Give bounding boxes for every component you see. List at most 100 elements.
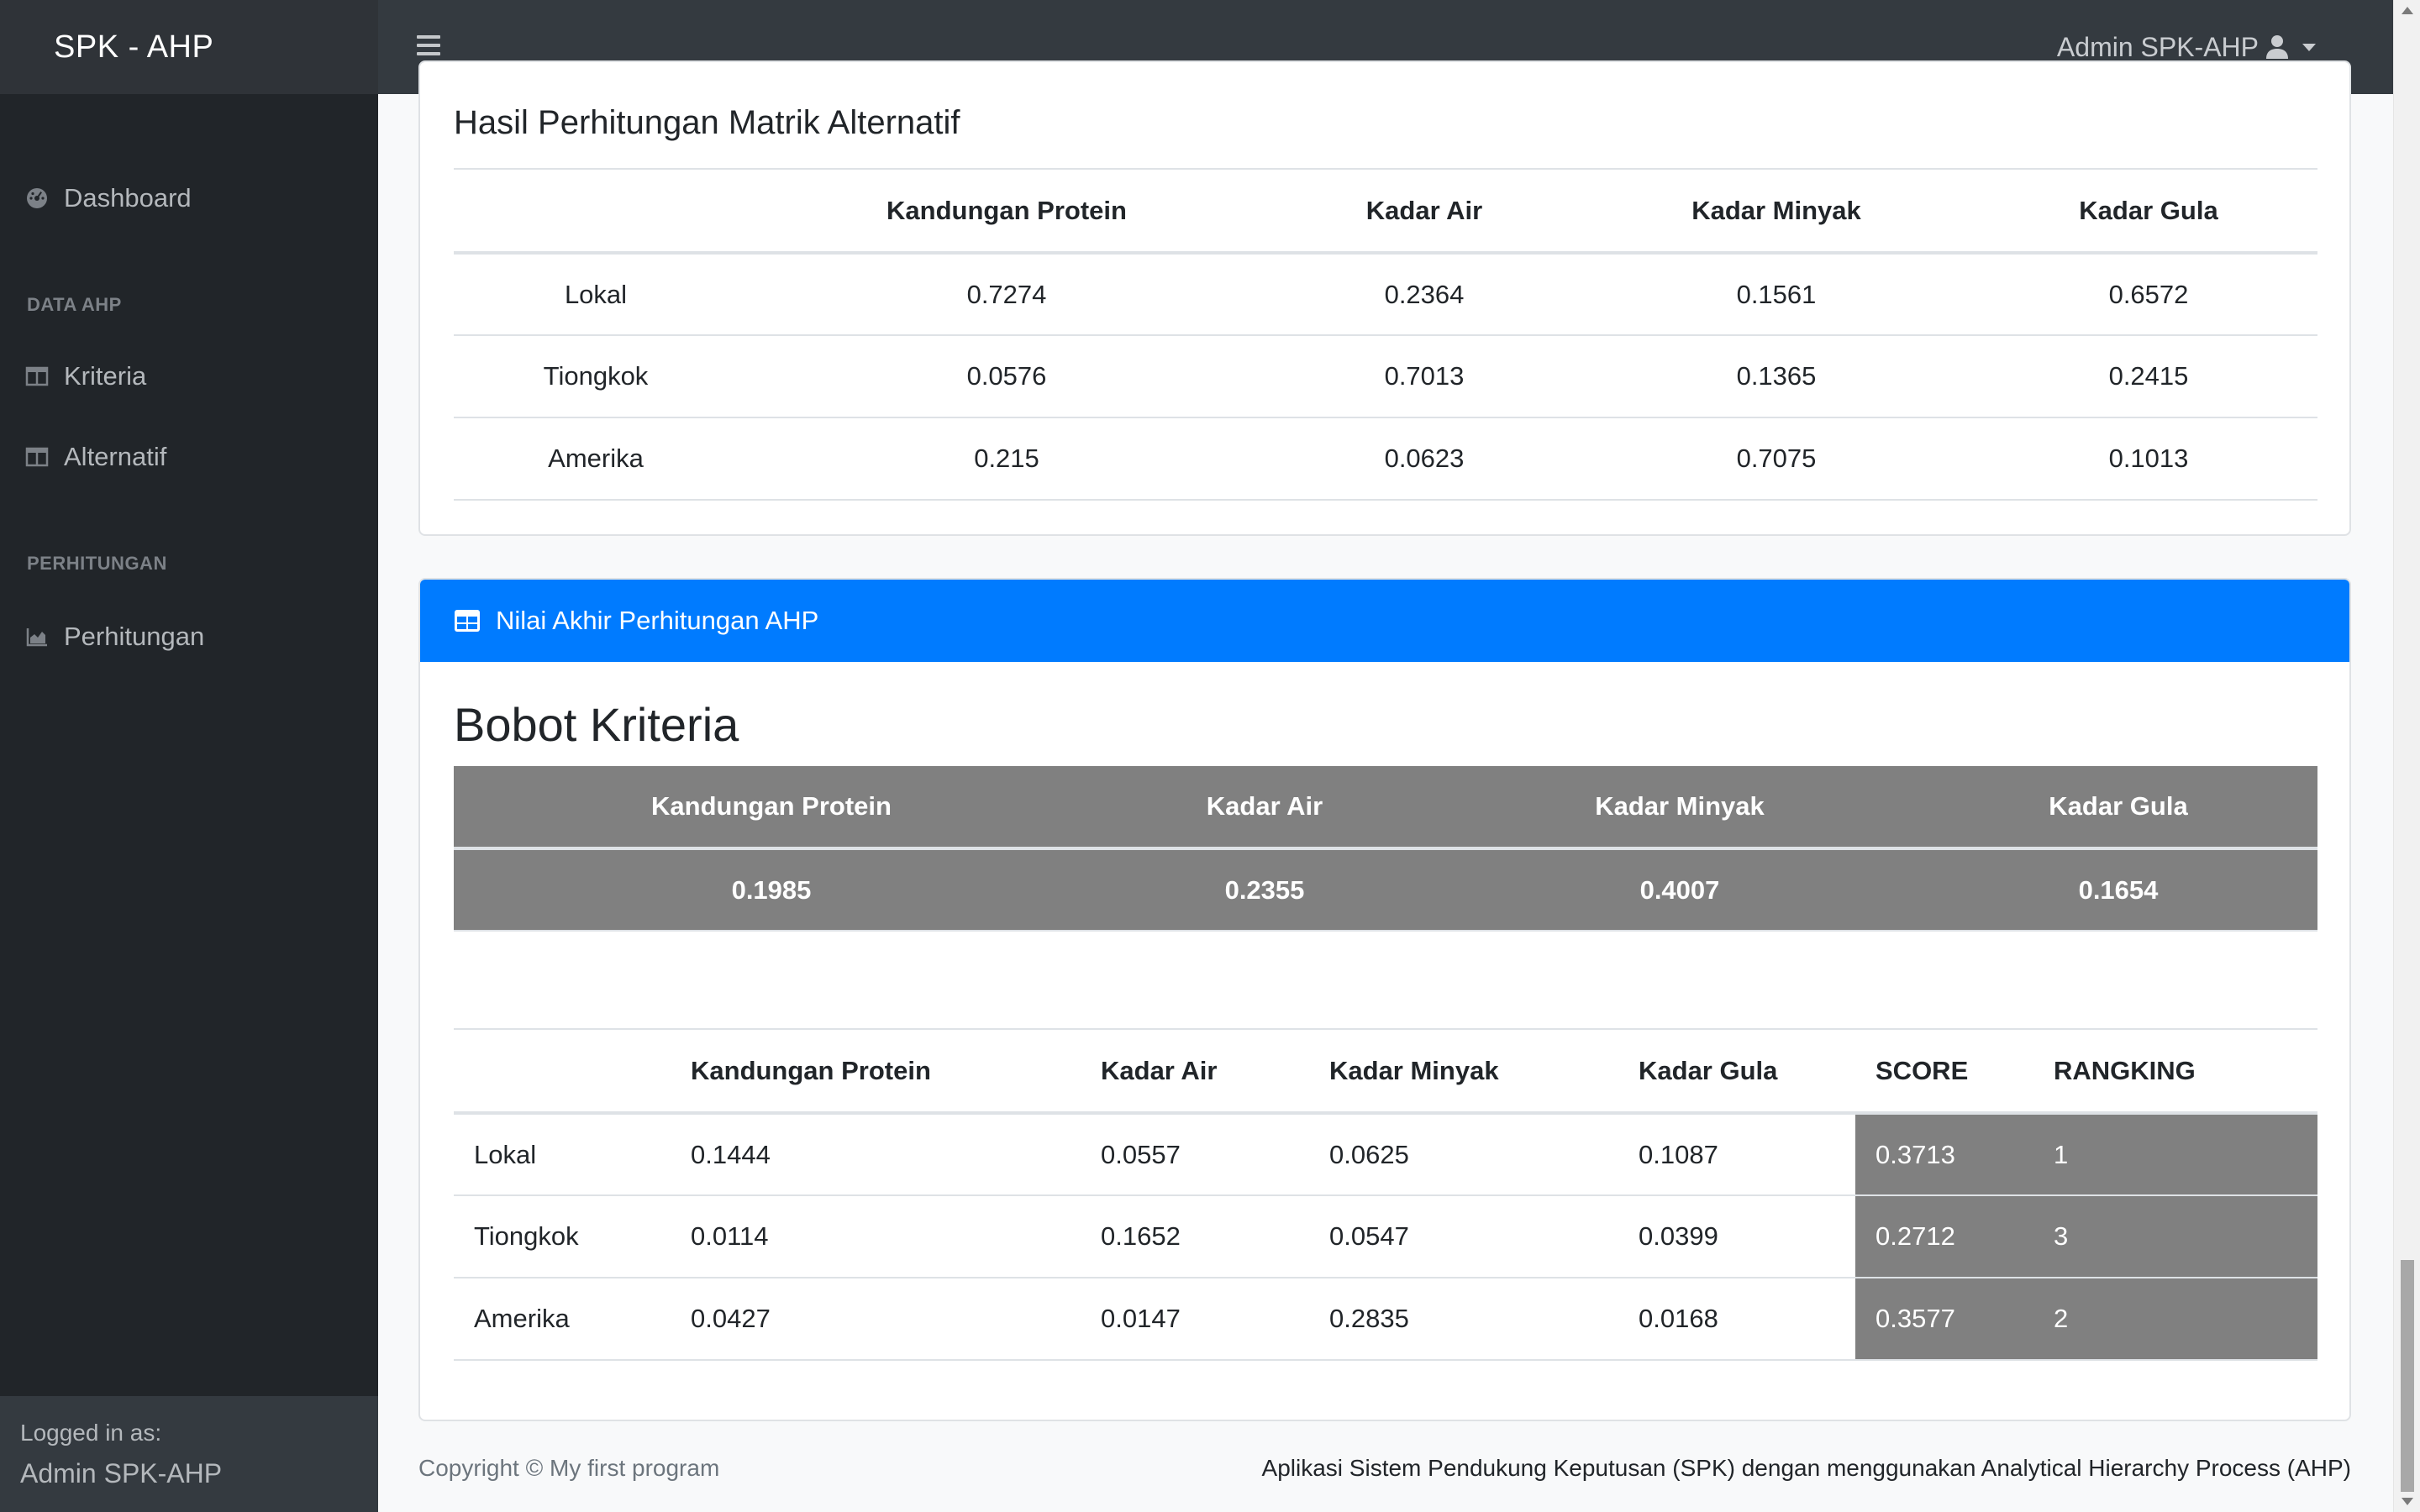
sidebar-toggle-button[interactable] bbox=[417, 30, 440, 64]
table-cell: 0.4007 bbox=[1440, 848, 1919, 932]
table-cell: 0.0168 bbox=[1618, 1278, 1855, 1361]
table-header-row: Kandungan Protein Kadar Air Kadar Minyak… bbox=[454, 168, 2317, 255]
sidebar-item-label: Alternatif bbox=[64, 442, 167, 471]
table-cell: 0.2364 bbox=[1276, 253, 1573, 336]
column-header bbox=[454, 1028, 671, 1115]
table-cell: Tiongkok bbox=[454, 1195, 671, 1278]
hamburger-icon-line bbox=[417, 52, 440, 55]
column-header: Kandungan Protein bbox=[738, 168, 1276, 255]
column-header: Kandungan Protein bbox=[454, 766, 1089, 850]
dashboard-gauge-icon bbox=[27, 188, 47, 208]
sidebar-item-dashboard[interactable]: Dashboard bbox=[25, 183, 192, 213]
final-score-table: Kandungan Protein Kadar Air Kadar Minyak… bbox=[454, 1028, 2317, 1361]
page-footer: Copyright © My first program Aplikasi Si… bbox=[418, 1443, 2351, 1494]
main-content: Hasil Perhitungan Matrik Alternatif Kand… bbox=[378, 60, 2393, 1512]
chevron-down-icon bbox=[2302, 43, 2316, 51]
area-chart-icon bbox=[26, 628, 47, 647]
column-header: Kadar Air bbox=[1276, 168, 1573, 255]
column-header: Kadar Minyak bbox=[1440, 766, 1919, 850]
table-cell: 0.2415 bbox=[1980, 335, 2317, 418]
score-cell: 0.3713 bbox=[1855, 1113, 2033, 1196]
footer-description: Aplikasi Sistem Pendukung Keputusan (SPK… bbox=[1261, 1455, 2351, 1481]
table-cell: 0.0625 bbox=[1309, 1113, 1618, 1196]
scrollbar-thumb[interactable] bbox=[2401, 1260, 2414, 1492]
sidebar-heading-perhitungan: PERHITUNGAN bbox=[27, 553, 167, 574]
sidebar-item-label: Perhitungan bbox=[64, 622, 205, 651]
rank-cell: 1 bbox=[2033, 1113, 2317, 1196]
sidebar-item-alternatif[interactable]: Alternatif bbox=[25, 442, 166, 472]
bobot-kriteria-title: Bobot Kriteria bbox=[454, 698, 739, 751]
vertical-scrollbar[interactable] bbox=[2393, 0, 2420, 1512]
table-cell: 0.0114 bbox=[671, 1195, 1081, 1278]
table-cell: 0.0623 bbox=[1276, 417, 1573, 501]
logged-in-user: Admin SPK-AHP bbox=[20, 1458, 223, 1488]
brand-container: SPK - AHP bbox=[0, 0, 378, 94]
hamburger-icon-line bbox=[417, 35, 440, 39]
table-cell: 0.0147 bbox=[1081, 1278, 1309, 1361]
hamburger-icon-line bbox=[417, 44, 440, 47]
logged-in-label: Logged in as: bbox=[20, 1420, 162, 1446]
table-cell: 0.2835 bbox=[1309, 1278, 1618, 1361]
table-cell: Lokal bbox=[454, 253, 738, 336]
bobot-kriteria-table: Kandungan Protein Kadar Air Kadar Minyak… bbox=[454, 766, 2317, 932]
table-cell: 0.1013 bbox=[1980, 417, 2317, 501]
table-cell: Tiongkok bbox=[454, 335, 738, 418]
table-icon bbox=[25, 366, 49, 386]
scroll-down-arrow-icon[interactable] bbox=[2402, 1498, 2413, 1505]
sidebar-heading-data-ahp: DATA AHP bbox=[27, 294, 122, 315]
table-row: Amerika 0.215 0.0623 0.7075 0.1013 bbox=[454, 417, 2317, 501]
column-header bbox=[454, 168, 738, 255]
column-header: Kadar Air bbox=[1089, 766, 1440, 850]
sidebar-item-label: Dashboard bbox=[64, 183, 192, 213]
table-cell: 0.7274 bbox=[738, 253, 1276, 336]
table-cell: Lokal bbox=[454, 1113, 671, 1196]
column-header: Kadar Gula bbox=[1980, 168, 2317, 255]
scroll-up-arrow-icon[interactable] bbox=[2402, 7, 2413, 14]
table-cell: 0.1985 bbox=[454, 848, 1089, 932]
table-cell: Amerika bbox=[454, 417, 738, 501]
table-cell: Amerika bbox=[454, 1278, 671, 1361]
table-row: Amerika 0.0427 0.0147 0.2835 0.0168 0.35… bbox=[454, 1278, 2317, 1361]
column-header: Kadar Minyak bbox=[1573, 168, 1980, 255]
table-cell: 0.0576 bbox=[738, 335, 1276, 418]
column-header: Kandungan Protein bbox=[671, 1028, 1081, 1115]
sidebar-item-perhitungan[interactable]: Perhitungan bbox=[25, 622, 204, 652]
table-row: Lokal 0.7274 0.2364 0.1561 0.6572 bbox=[454, 253, 2317, 336]
matrix-result-title: Hasil Perhitungan Matrik Alternatif bbox=[454, 104, 960, 141]
rank-cell: 3 bbox=[2033, 1195, 2317, 1278]
table-cell: 0.0557 bbox=[1081, 1113, 1309, 1196]
table-cell: 0.0547 bbox=[1309, 1195, 1618, 1278]
table-cell: 0.7075 bbox=[1573, 417, 1980, 501]
table-cell: 0.1654 bbox=[1919, 848, 2317, 932]
table-cell: 0.0427 bbox=[671, 1278, 1081, 1361]
table-row: Lokal 0.1444 0.0557 0.0625 0.1087 0.3713… bbox=[454, 1113, 2317, 1196]
user-icon bbox=[2266, 35, 2288, 59]
sidebar-item-kriteria[interactable]: Kriteria bbox=[25, 361, 146, 391]
matrix-result-table: Kandungan Protein Kadar Air Kadar Minyak… bbox=[454, 168, 2317, 501]
table-cell: 0.1444 bbox=[671, 1113, 1081, 1196]
table-cell: 0.1652 bbox=[1081, 1195, 1309, 1278]
table-cell: 0.1087 bbox=[1618, 1113, 1855, 1196]
table-cell: 0.6572 bbox=[1980, 253, 2317, 336]
column-header: Kadar Air bbox=[1081, 1028, 1309, 1115]
column-header: Kadar Gula bbox=[1618, 1028, 1855, 1115]
table-cell: 0.215 bbox=[738, 417, 1276, 501]
final-result-card-header: Nilai Akhir Perhitungan AHP bbox=[420, 580, 2349, 662]
table-header-row: Kandungan Protein Kadar Air Kadar Minyak… bbox=[454, 766, 2317, 850]
table-row: Tiongkok 0.0114 0.1652 0.0547 0.0399 0.2… bbox=[454, 1195, 2317, 1278]
final-result-card: Nilai Akhir Perhitungan AHP Bobot Kriter… bbox=[418, 578, 2351, 1421]
score-cell: 0.2712 bbox=[1855, 1195, 2033, 1278]
sidebar-footer: Logged in as: Admin SPK-AHP bbox=[0, 1396, 378, 1512]
table-icon bbox=[455, 610, 480, 632]
table-row: Tiongkok 0.0576 0.7013 0.1365 0.2415 bbox=[454, 335, 2317, 418]
table-cell: 0.2355 bbox=[1089, 848, 1440, 932]
brand-link[interactable]: SPK - AHP bbox=[54, 29, 213, 66]
matrix-result-card: Hasil Perhitungan Matrik Alternatif Kand… bbox=[418, 60, 2351, 536]
footer-copyright: Copyright © My first program bbox=[418, 1455, 720, 1481]
table-icon bbox=[25, 447, 49, 467]
rank-cell: 2 bbox=[2033, 1278, 2317, 1361]
table-cell: 0.1561 bbox=[1573, 253, 1980, 336]
sidebar: Dashboard DATA AHP Kriteria Alternatif P… bbox=[0, 94, 378, 1512]
final-result-card-title: Nilai Akhir Perhitungan AHP bbox=[496, 606, 819, 635]
table-header-row: Kandungan Protein Kadar Air Kadar Minyak… bbox=[454, 1028, 2317, 1115]
